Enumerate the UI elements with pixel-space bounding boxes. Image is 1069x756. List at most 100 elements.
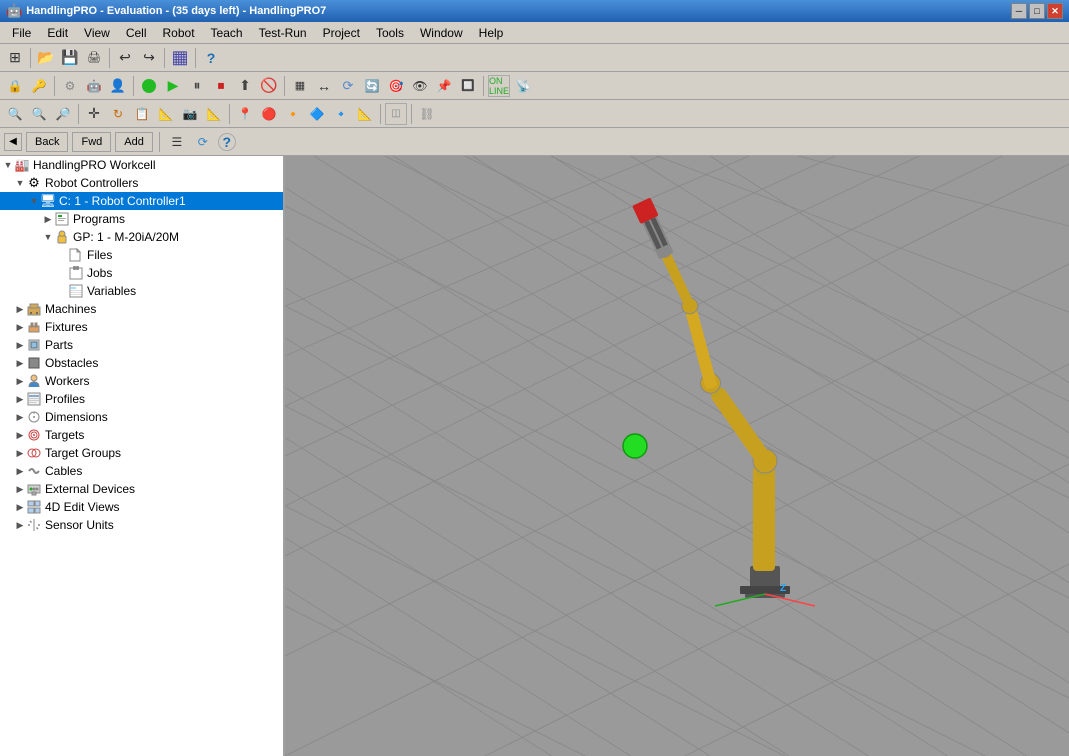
toolbar-step-icon[interactable]: ⬆ bbox=[234, 75, 256, 97]
toolbar-drag-icon[interactable]: 🔹 bbox=[330, 103, 352, 125]
menu-view[interactable]: View bbox=[76, 22, 118, 43]
add-button[interactable]: Add bbox=[115, 132, 153, 152]
tree-item-variables[interactable]: ▶ Variables bbox=[0, 282, 283, 300]
menu-test-run[interactable]: Test-Run bbox=[251, 22, 315, 43]
toolbar-cycle-icon[interactable]: ⟳ bbox=[337, 75, 359, 97]
toolbar-chain-icon[interactable]: ⛓ bbox=[416, 103, 438, 125]
tree-item-machines[interactable]: ▶ Machines bbox=[0, 300, 283, 318]
toolbar-viewport2-icon[interactable]: 📐 bbox=[354, 103, 376, 125]
expander-profiles[interactable]: ▶ bbox=[14, 393, 26, 405]
toolbar-scale-icon[interactable]: 🔷 bbox=[306, 103, 328, 125]
toolbar-person-icon[interactable]: 👤 bbox=[107, 75, 129, 97]
expander-dimensions[interactable]: ▶ bbox=[14, 411, 26, 423]
expander-obstacles[interactable]: ▶ bbox=[14, 357, 26, 369]
fwd-button[interactable]: Fwd bbox=[72, 132, 111, 152]
toolbar-dimension-icon[interactable]: ◫ bbox=[385, 103, 407, 125]
toolbar-move-icon[interactable]: 🔴 bbox=[258, 103, 280, 125]
toolbar-run-dot-icon[interactable] bbox=[138, 75, 160, 97]
toolbar-measure-icon[interactable]: 📐 bbox=[203, 103, 225, 125]
tree-item-targets[interactable]: ▶ Targets bbox=[0, 426, 283, 444]
tree-item-gp1[interactable]: ▼ GP: 1 - M-20iA/20M bbox=[0, 228, 283, 246]
toolbar-open-icon[interactable]: 📂 bbox=[35, 47, 57, 69]
toolbar-layout-icon[interactable]: ▦ bbox=[169, 47, 191, 69]
expander-cables[interactable]: ▶ bbox=[14, 465, 26, 477]
toolbar-robot2-icon[interactable]: 🔄 bbox=[361, 75, 383, 97]
menu-help[interactable]: Help bbox=[471, 22, 512, 43]
expander-parts[interactable]: ▶ bbox=[14, 339, 26, 351]
toolbar-crosshair-icon[interactable]: ✛ bbox=[83, 103, 105, 125]
toolbar-rotate-icon[interactable]: ↻ bbox=[107, 103, 129, 125]
back-button[interactable]: Back bbox=[26, 132, 68, 152]
menu-project[interactable]: Project bbox=[315, 22, 368, 43]
toolbar-redo-icon[interactable]: ↪ bbox=[138, 47, 160, 69]
expander-fixtures[interactable]: ▶ bbox=[14, 321, 26, 333]
toolbar-undo-icon[interactable]: ↩ bbox=[114, 47, 136, 69]
expander-targets[interactable]: ▶ bbox=[14, 429, 26, 441]
tree-item-files[interactable]: ▶ Files bbox=[0, 246, 283, 264]
toolbar-save-icon[interactable]: 💾 bbox=[59, 47, 81, 69]
toolbar-online-icon[interactable]: ONLINE bbox=[488, 75, 510, 97]
toolbar-robot-icon[interactable]: 🤖 bbox=[83, 75, 105, 97]
expander-robot-controllers[interactable]: ▼ bbox=[14, 177, 26, 189]
toolbar-part-icon[interactable]: 📍 bbox=[234, 103, 256, 125]
menu-cell[interactable]: Cell bbox=[118, 22, 155, 43]
toolbar-pin-icon[interactable]: 📌 bbox=[433, 75, 455, 97]
tree-item-external-devices[interactable]: ▶ External Devices bbox=[0, 480, 283, 498]
toolbar-target-icon[interactable]: 🎯 bbox=[385, 75, 407, 97]
expander-target-groups[interactable]: ▶ bbox=[14, 447, 26, 459]
toolbar-eye-icon[interactable]: 👁 bbox=[409, 75, 431, 97]
expander-workers[interactable]: ▶ bbox=[14, 375, 26, 387]
tree-item-cables[interactable]: ▶ Cables bbox=[0, 462, 283, 480]
tree-item-programs[interactable]: ▶ Programs bbox=[0, 210, 283, 228]
tree-item-workers[interactable]: ▶ Workers bbox=[0, 372, 283, 390]
panel-toggle-button[interactable]: ◀ bbox=[4, 133, 22, 151]
toolbar-grid2-icon[interactable]: ▦ bbox=[289, 75, 311, 97]
expander-machines[interactable]: ▶ bbox=[14, 303, 26, 315]
expander-gp1[interactable]: ▼ bbox=[42, 231, 54, 243]
toolbar-stop-icon[interactable]: ⏹ bbox=[210, 75, 232, 97]
tree-item-fixtures[interactable]: ▶ Fixtures bbox=[0, 318, 283, 336]
menu-teach[interactable]: Teach bbox=[203, 22, 251, 43]
toolbar-lock-icon[interactable]: 🔒 bbox=[4, 75, 26, 97]
tree-view-icon[interactable]: ☰ bbox=[166, 131, 188, 153]
help2-icon[interactable]: ? bbox=[218, 133, 236, 151]
tree-item-target-groups[interactable]: ▶ Target Groups bbox=[0, 444, 283, 462]
expander-programs[interactable]: ▶ bbox=[42, 213, 54, 225]
toolbar-play-icon[interactable]: ▶ bbox=[162, 75, 184, 97]
toolbar-zoom-fit-icon[interactable]: 🔍 bbox=[4, 103, 26, 125]
toolbar-box-icon[interactable]: 🔲 bbox=[457, 75, 479, 97]
toolbar-key-icon[interactable]: 🔑 bbox=[28, 75, 50, 97]
toolbar-camera-icon[interactable]: 📷 bbox=[179, 103, 201, 125]
toolbar-arrows-icon[interactable]: ↔ bbox=[313, 75, 335, 97]
tree-item-sensor-units[interactable]: ▶ Sensor Units bbox=[0, 516, 283, 534]
menu-file[interactable]: File bbox=[4, 22, 39, 43]
toolbar-print-icon[interactable]: 🖨 bbox=[83, 47, 105, 69]
toolbar-grid-icon[interactable]: ⊞ bbox=[4, 47, 26, 69]
expander-controller1[interactable]: ▼ bbox=[28, 195, 40, 207]
toolbar-cancel-icon[interactable]: 🚫 bbox=[258, 75, 280, 97]
minimize-button[interactable]: ─ bbox=[1011, 3, 1027, 19]
tree-item-jobs[interactable]: ▶ Jobs bbox=[0, 264, 283, 282]
expander-sensor-units[interactable]: ▶ bbox=[14, 519, 26, 531]
toolbar-pause-icon[interactable]: ⏸ bbox=[186, 75, 208, 97]
tree-item-controller1[interactable]: ▼ 🖥 C: 1 - Robot Controller1 bbox=[0, 192, 283, 210]
tree-item-robot-controllers[interactable]: ▼ ⚙ Robot Controllers bbox=[0, 174, 283, 192]
expander-external-devices[interactable]: ▶ bbox=[14, 483, 26, 495]
close-button[interactable]: ✕ bbox=[1047, 3, 1063, 19]
expander-workcell[interactable]: ▼ bbox=[2, 159, 14, 171]
toolbar-zoom-in-icon[interactable]: 🔍 bbox=[28, 103, 50, 125]
tree-item-profiles[interactable]: ▶ Profiles bbox=[0, 390, 283, 408]
tree-item-parts[interactable]: ▶ Parts bbox=[0, 336, 283, 354]
menu-edit[interactable]: Edit bbox=[39, 22, 76, 43]
toolbar-rotate2-icon[interactable]: 🔸 bbox=[282, 103, 304, 125]
restore-button[interactable]: □ bbox=[1029, 3, 1045, 19]
expander-4d-edit-views[interactable]: ▶ bbox=[14, 501, 26, 513]
menu-window[interactable]: Window bbox=[412, 22, 471, 43]
tree-item-4d-edit-views[interactable]: ▶ 4D Edit Views bbox=[0, 498, 283, 516]
tree-item-obstacles[interactable]: ▶ Obstacles bbox=[0, 354, 283, 372]
refresh-icon[interactable]: ⟳ bbox=[192, 131, 214, 153]
toolbar-help-icon[interactable]: ? bbox=[200, 47, 222, 69]
toolbar-signal-icon[interactable]: 📡 bbox=[512, 75, 534, 97]
toolbar-zoom-out-icon[interactable]: 🔎 bbox=[52, 103, 74, 125]
menu-robot[interactable]: Robot bbox=[155, 22, 203, 43]
